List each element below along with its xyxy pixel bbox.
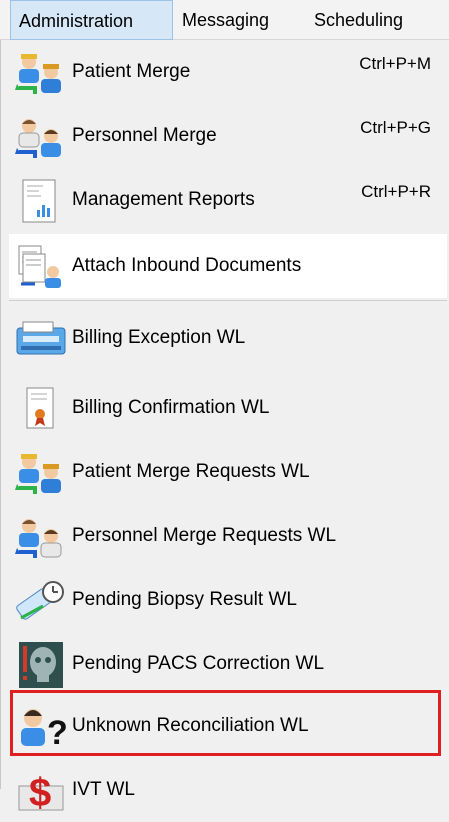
menu-item-label: Pending Biopsy Result WL [72,589,297,610]
personnel-merge-icon [15,119,61,158]
menu-item-unknown-reconciliation-wl[interactable]: ? Unknown Reconciliation WL [9,694,447,758]
menu-item-personnel-merge-requests-wl[interactable]: Personnel Merge Requests WL [9,504,447,568]
menu-item-ivt-wl[interactable]: $ IVT WL [9,758,447,822]
menu-administration[interactable]: Administration [10,0,173,40]
attach-documents-icon [18,245,61,288]
xray-skull-icon [19,642,63,688]
menu-messaging[interactable]: Messaging [174,0,306,40]
menu-bar: Administration Messaging Scheduling [0,0,449,40]
menu-item-label: Unknown Reconciliation WL [72,715,309,736]
menu-item-pending-biopsy-result-wl[interactable]: Pending Biopsy Result WL [9,568,447,632]
billing-machine-icon [16,321,66,355]
menu-item-patient-merge[interactable]: Patient Merge Ctrl+P+M [9,40,447,104]
patient-merge-icon [15,454,61,494]
menu-item-patient-merge-requests-wl[interactable]: Patient Merge Requests WL [9,440,447,504]
menu-item-attach-inbound-documents[interactable]: Attach Inbound Documents [9,234,447,298]
menu-item-label: Patient Merge Requests WL [72,461,310,482]
certificate-document-icon [26,387,54,429]
menu-item-label: Personnel Merge Requests WL [72,525,337,546]
menu-item-shortcut: Ctrl+P+R [361,182,431,201]
svg-text:$: $ [29,771,51,814]
report-chart-icon [22,179,56,223]
menu-item-personnel-merge[interactable]: Personnel Merge Ctrl+P+G [9,104,447,168]
menu-separator [9,300,447,301]
svg-text:?: ? [47,714,68,750]
menu-item-label: Management Reports [72,189,255,210]
menu-item-label: IVT WL [72,779,135,800]
personnel-merge-icon [15,519,62,558]
dollar-icon: $ [18,771,64,814]
biopsy-clock-icon [16,581,64,620]
menu-item-management-reports[interactable]: Management Reports Ctrl+P+R [9,168,447,232]
patient-merge-icon [15,54,61,94]
menu-item-label: Patient Merge [72,61,191,82]
menu-item-shortcut: Ctrl+P+G [360,118,431,137]
menu-item-label: Billing Confirmation WL [72,397,270,418]
administration-dropdown: Patient Merge Ctrl+P+M Personnel Merge C… [0,40,449,814]
menu-item-label: Personnel Merge [72,125,217,146]
menu-scheduling[interactable]: Scheduling [306,0,430,40]
menu-item-shortcut: Ctrl+P+M [359,54,431,73]
menu-item-label: Attach Inbound Documents [72,255,302,276]
menu-next-partial[interactable] [432,0,449,40]
menu-item-billing-exception-wl[interactable]: Billing Exception WL [9,306,447,370]
unknown-person-icon: ? [21,709,68,750]
menu-item-label: Billing Exception WL [72,327,246,348]
menu-item-pending-pacs-correction-wl[interactable]: Pending PACS Correction WL [9,632,447,696]
menu-item-billing-confirmation-wl[interactable]: Billing Confirmation WL [9,376,447,440]
menu-item-label: Pending PACS Correction WL [72,653,325,674]
